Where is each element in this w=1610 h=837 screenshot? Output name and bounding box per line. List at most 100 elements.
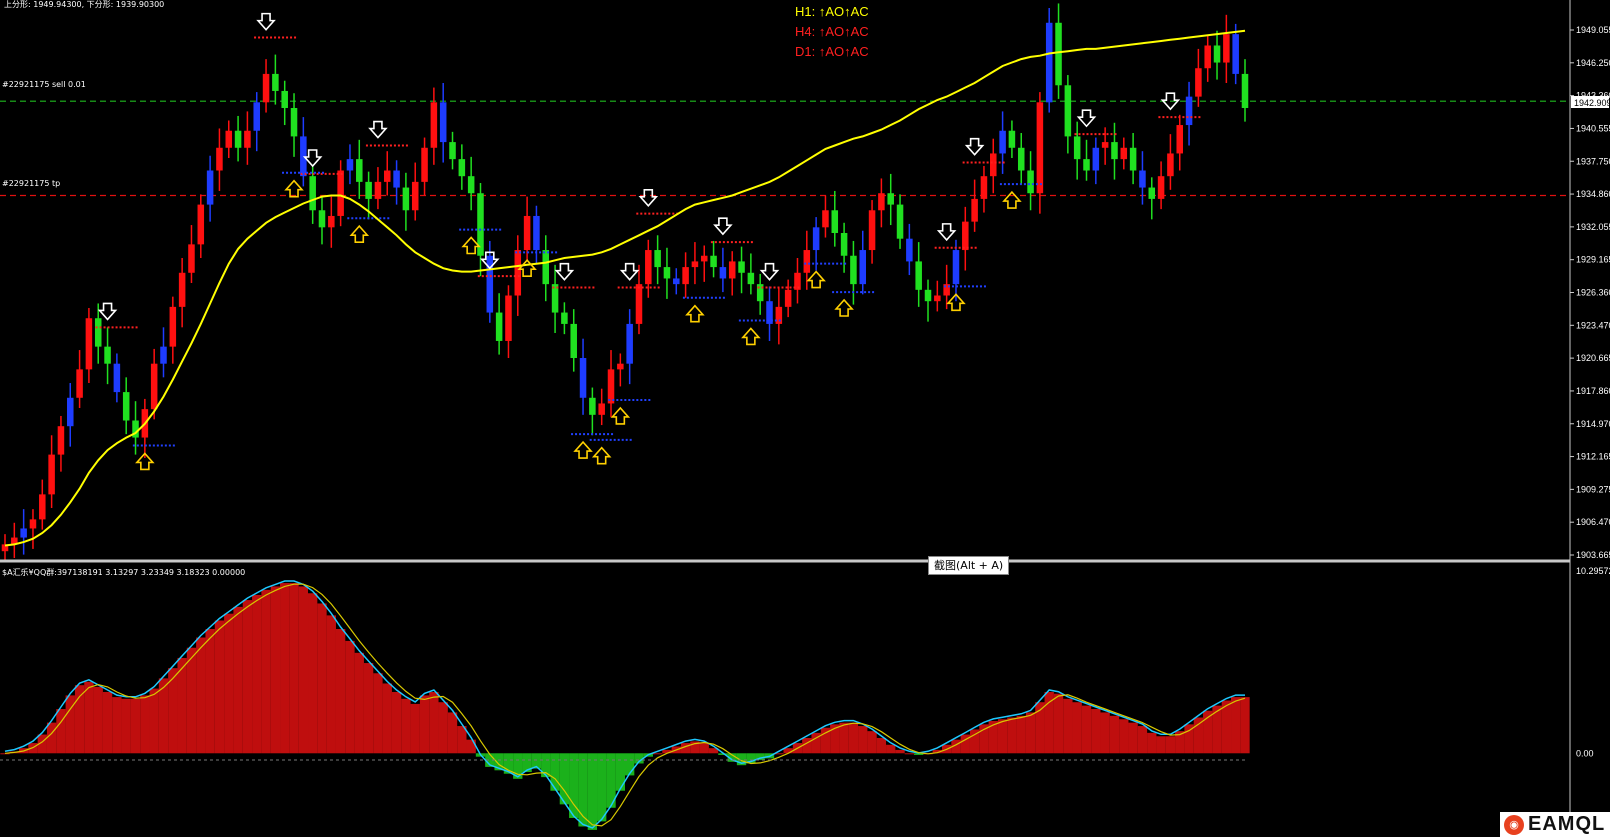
histogram-bar [886,744,896,754]
candle-body [962,221,969,251]
candle-body [439,102,447,143]
candle-body [197,204,205,245]
candle-body [486,255,494,313]
candle-body [1027,170,1034,194]
candle-body [94,318,102,347]
axis-label: 1909.275 [1576,484,1610,494]
candle-body [57,426,65,455]
histogram-bar [1063,698,1073,754]
buy-arrow-icon [284,179,304,198]
sell-arrow-icon [638,188,659,207]
price-level-lines [0,100,1570,197]
indicator-h1: H1: ↑AO↑AC [795,4,869,19]
candle-body [272,73,279,91]
logo-text: EAMQL [1528,813,1606,835]
chart-canvas[interactable]: 1949.0551946.2501943.3601940.5551937.750… [0,0,1610,837]
histogram-bar [186,647,197,754]
candle-body [803,250,811,273]
candle-body [449,142,456,160]
candle-body [980,176,988,199]
screenshot-tooltip: 截图(Alt + A) [928,556,1010,575]
candle-body [673,278,680,285]
sub-window-label: $A汇乐¥QQ群:397138191 3.13297 3.23349 3.183… [2,568,246,577]
histogram-bar [326,615,336,754]
fractal-header-text: 上分形: 1949.94300, 下分形: 1939.90300 [4,0,165,9]
sub-max-label: 10.29572 [1576,566,1610,576]
candle-body [579,358,587,398]
candle-body [253,102,260,131]
buy-arrow-icon [349,224,370,243]
candle-body [934,295,941,302]
price-axis: 1949.0551946.2501943.3601940.5551937.750… [1570,25,1610,758]
histogram-bar [1240,697,1250,754]
candle-body [281,90,288,109]
histogram-bar [410,703,420,754]
histogram-bar [652,753,663,755]
histogram-bar [214,620,225,754]
histogram-bar [345,640,355,754]
candle-body [244,130,251,148]
candle-body [374,181,382,199]
candle-body [104,346,111,364]
candle-body [719,267,727,279]
histogram-bar [802,737,812,754]
histogram-bar [997,719,1008,754]
candle-body [206,170,214,205]
candle-body [76,369,83,398]
candle-body [1073,136,1081,160]
candle-body [178,272,186,307]
histogram-bar [1109,715,1120,754]
histogram-bar [224,613,234,754]
histogram-bar [93,686,103,754]
histogram-bar [699,743,709,754]
candle-body [1129,147,1137,171]
candle-body [234,130,242,148]
sell-arrow-icon [368,120,388,139]
candle-body [1120,147,1128,160]
candle-body [309,176,316,211]
indicator-h4: H4: ↑AO↑AC [795,24,869,39]
candle-body [878,193,885,211]
histogram-bar [140,695,150,754]
histogram-bar [354,652,364,754]
buy-arrow-icon [685,304,705,323]
sell-arrow-icon [256,12,276,31]
candle-body [1213,45,1221,63]
buy-arrow-icon [834,298,854,317]
histogram-bar [1193,717,1204,754]
buy-arrow-icon [461,236,481,255]
histogram-bar [261,589,271,754]
histogram-bar [242,600,253,754]
candle-body [924,289,932,302]
candle-body [691,261,699,268]
histogram-bar [419,695,430,754]
candle-body [542,250,550,285]
histogram-bar [382,683,392,754]
histogram-bar [867,731,877,754]
histogram-bar [466,739,476,754]
axis-label: 1912.165 [1576,452,1610,462]
sell-arrow-icon [759,262,780,281]
histogram-bar [280,583,290,754]
histogram-bar [363,663,374,754]
histogram-bar [541,753,551,778]
histogram-bar [270,586,281,754]
histogram-bar [102,691,113,754]
axis-label: 1920.665 [1576,353,1610,363]
axis-label: 1937.750 [1576,156,1610,166]
candle-body [1148,187,1156,199]
candle-body [654,250,661,268]
histogram-bar [615,753,625,791]
histogram-bar [1016,715,1026,754]
candle-body [598,403,605,415]
candlesticks [1,3,1249,562]
candle-body [225,130,233,148]
candle-body [67,397,74,427]
histogram-bar [848,722,859,754]
histogram-bar [308,593,318,754]
candle-body [700,255,708,262]
candle-body [589,397,596,415]
candle-body [505,295,512,341]
histogram-bar [84,681,94,754]
buy-arrow-icon [517,259,537,278]
